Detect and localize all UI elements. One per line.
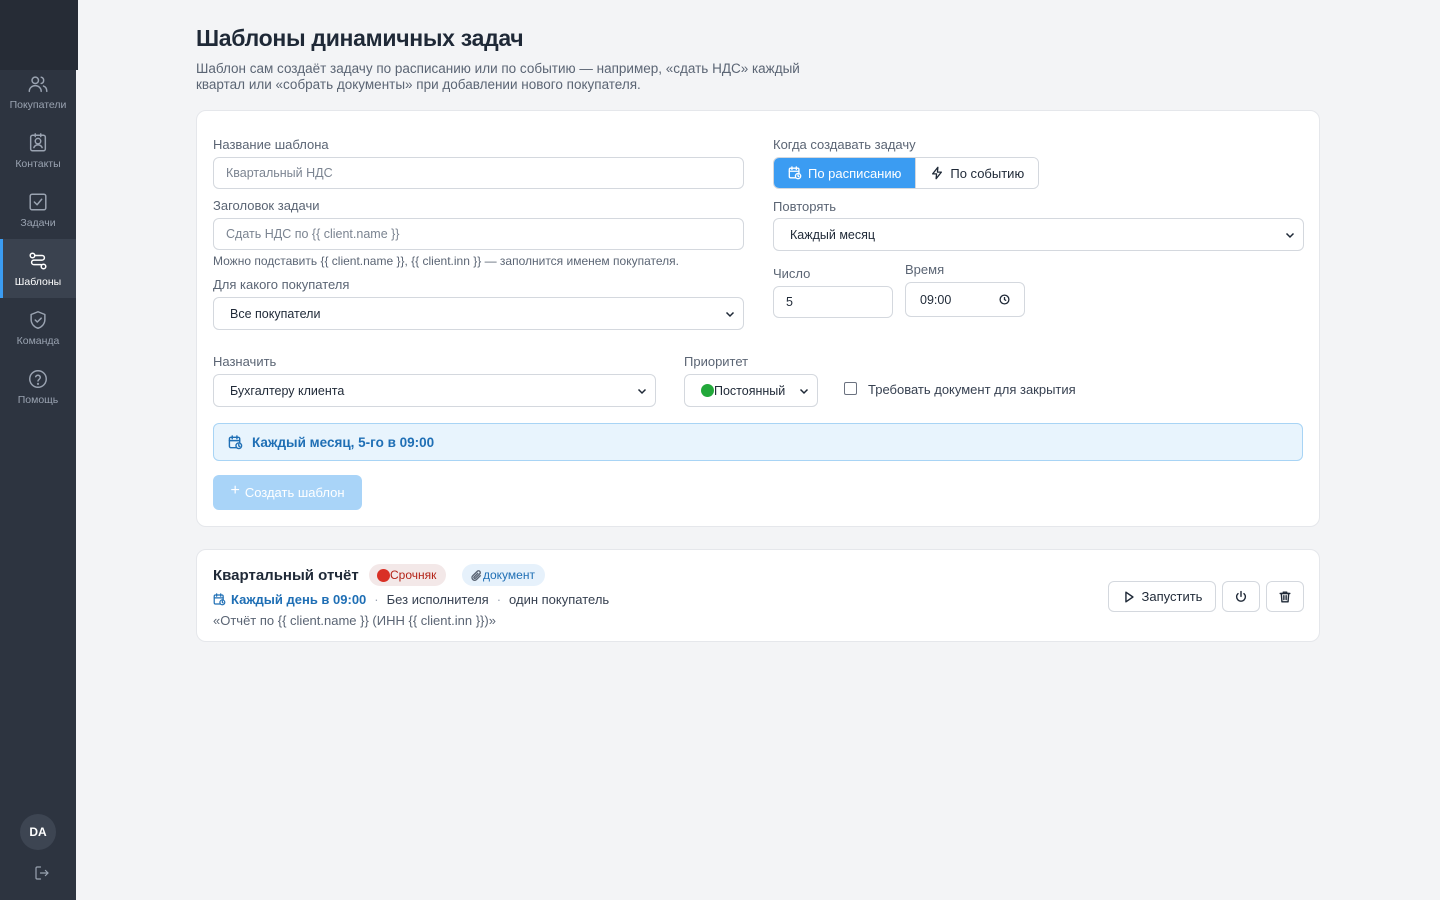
trigger-toggle: По расписанию По событию [773, 157, 1040, 189]
client-select[interactable]: Все покупатели [213, 297, 744, 330]
day-value: 5 [786, 295, 793, 309]
task-title-field[interactable] [213, 218, 744, 250]
paperclip-icon [471, 569, 482, 581]
task-title-label: Заголовок задачи [213, 198, 320, 213]
priority-select-value-wrap: Постоянный [701, 384, 785, 398]
calendar-clock-icon [213, 593, 226, 606]
sidebar: Покупатели Контакты Задачи Шаблоны Коман… [0, 0, 78, 900]
priority-label: Приоритет [684, 354, 749, 369]
sidebar-item-contacts[interactable]: Контакты [0, 121, 76, 180]
logout-icon [35, 866, 49, 880]
sidebar-item-label: Задачи [20, 216, 56, 229]
lightning-icon [932, 166, 943, 180]
sidebar-item-templates[interactable]: Шаблоны [0, 239, 76, 298]
create-template-label: Создать шаблон [244, 485, 345, 500]
sidebar-item-tasks[interactable]: Задачи [0, 180, 76, 239]
template-preview: «Отчёт по {{ client.name }} (ИНН {{ clie… [213, 613, 496, 628]
template-schedule: Каждый день в 09:00 [213, 592, 366, 607]
priority-badge-label: Срочняк [390, 568, 437, 582]
schedule-summary: Каждый месяц, 5-го в 09:00 [213, 423, 1303, 461]
sidebar-item-help[interactable]: Помощь [0, 357, 76, 416]
sidebar-item-label: Покупатели [9, 98, 67, 111]
help-icon [29, 369, 47, 388]
avatar[interactable]: DA [20, 814, 56, 850]
repeat-label: Повторять [773, 199, 837, 214]
clock-icon[interactable] [999, 294, 1010, 305]
sidebar-item-label: Команда [16, 334, 60, 347]
repeat-select-value: Каждый месяц [790, 227, 876, 242]
template-name-input[interactable] [226, 166, 731, 180]
schedule-summary-text: Каждый месяц, 5-го в 09:00 [252, 434, 435, 450]
require-document-label[interactable]: Требовать документ для закрытия [868, 382, 1076, 397]
template-schedule-text: Каждый день в 09:00 [231, 592, 367, 607]
document-badge-label: документ [483, 568, 535, 582]
priority-badge: Срочняк [369, 564, 447, 586]
repeat-select[interactable]: Каждый месяц [773, 218, 1304, 251]
document-badge: документ [462, 564, 545, 586]
logout-button[interactable] [33, 864, 53, 884]
time-label: Время [905, 262, 945, 277]
templates-icon [29, 251, 47, 270]
template-item: Квартальный отчёт Срочняк документ Кажды… [196, 549, 1320, 642]
time-field[interactable]: 09:00 [905, 282, 1025, 317]
trigger-event-label: По событию [950, 165, 1025, 181]
day-label: Число [773, 266, 811, 281]
task-title-hint: Можно подставить {{ client.name }}, {{ c… [213, 254, 679, 268]
sidebar-item-team[interactable]: Команда [0, 298, 76, 357]
sidebar-logo-area [0, 0, 78, 70]
trash-icon [1279, 590, 1291, 603]
toggle-template-button[interactable] [1222, 581, 1260, 612]
delete-template-button[interactable] [1266, 581, 1304, 612]
trigger-label: Когда создавать задачу [773, 137, 916, 152]
task-title-input[interactable] [226, 227, 731, 241]
template-scope: один покупатель [509, 592, 610, 607]
priority-select[interactable]: Постоянный [684, 374, 818, 407]
contact-card-icon [29, 132, 47, 152]
template-name-label: Название шаблона [213, 137, 329, 152]
run-template-label: Запустить [1141, 589, 1203, 604]
trigger-schedule-label: По расписанию [808, 165, 902, 181]
sidebar-item-label: Помощь [17, 393, 59, 406]
chevron-down-icon [799, 388, 809, 394]
calendar-clock-icon [228, 434, 243, 449]
page-title: Шаблоны динамичных задач [196, 25, 524, 51]
client-label: Для какого покупателя [213, 277, 350, 292]
template-name-field[interactable] [213, 157, 744, 189]
separator-dot: · [374, 592, 379, 607]
calendar-clock-icon [788, 166, 802, 180]
sidebar-item-label: Шаблоны [14, 275, 62, 288]
priority-dot-icon [377, 568, 390, 582]
trigger-schedule-button[interactable]: По расписанию [774, 158, 916, 188]
chevron-down-icon [637, 388, 647, 394]
template-title: Квартальный отчёт [213, 567, 359, 584]
sidebar-item-customers[interactable]: Покупатели [0, 62, 76, 121]
trigger-event-button[interactable]: По событию [915, 158, 1039, 188]
day-field[interactable]: 5 [773, 286, 893, 318]
template-form-card: Название шаблона Заголовок задачи Можно … [196, 110, 1320, 527]
run-template-button[interactable]: Запустить [1108, 581, 1216, 612]
assignee-select[interactable]: Бухгалтеру клиента [213, 374, 656, 407]
assignee-select-value: Бухгалтеру клиента [230, 383, 345, 398]
priority-select-value: Постоянный [714, 383, 786, 398]
sidebar-item-label: Контакты [15, 157, 61, 170]
template-meta: Каждый день в 09:00 · Без исполнителя · … [213, 592, 609, 607]
play-icon [1124, 590, 1134, 603]
chevron-down-icon [1285, 232, 1295, 238]
plus-icon: + [230, 481, 240, 499]
checkbox-icon [29, 192, 47, 211]
users-icon [28, 75, 48, 92]
power-icon [1235, 590, 1247, 602]
page-description: Шаблон сам создаёт задачу по расписанию … [196, 61, 800, 92]
require-document-checkbox[interactable] [844, 382, 857, 395]
priority-dot-icon [701, 384, 714, 397]
time-value: 09:00 [920, 292, 952, 307]
create-template-button[interactable]: + Создать шаблон [213, 475, 362, 510]
client-select-value: Все покупатели [230, 306, 321, 321]
assignee-label: Назначить [213, 354, 277, 369]
template-assignee: Без исполнителя [386, 592, 489, 607]
shield-icon [30, 310, 46, 329]
separator-dot: · [496, 592, 502, 607]
chevron-down-icon [725, 311, 735, 317]
